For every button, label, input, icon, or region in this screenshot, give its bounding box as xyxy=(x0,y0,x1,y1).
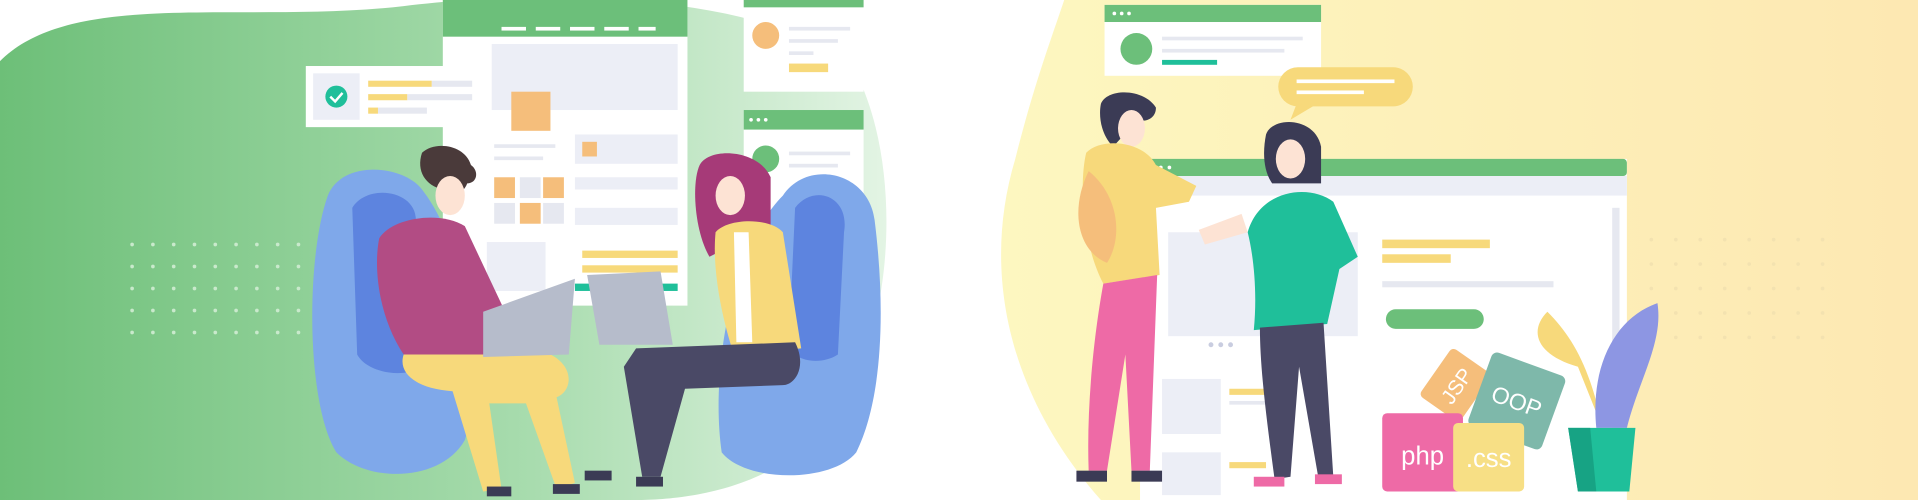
profile-card-top xyxy=(743,0,864,92)
illustration-svg: JSP OOP php .css xyxy=(0,0,1918,500)
banner-illustration: JSP OOP php .css xyxy=(0,0,1918,500)
check-icon xyxy=(325,85,348,108)
checklist-card xyxy=(305,66,478,128)
tag-php: php xyxy=(1382,413,1463,492)
tag-css-label: .css xyxy=(1466,445,1512,473)
top-profile-card-right xyxy=(1104,4,1322,76)
tag-css: .css xyxy=(1453,422,1525,492)
tag-php-label: php xyxy=(1401,443,1444,471)
